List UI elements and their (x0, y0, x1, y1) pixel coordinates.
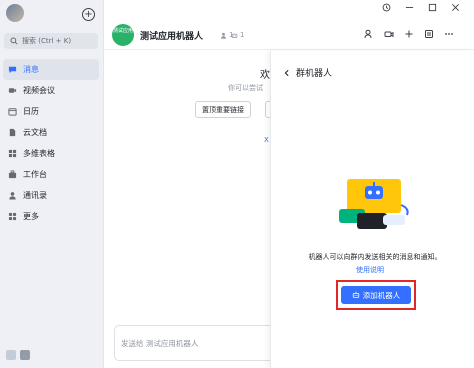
sidebar-item-label: 通讯录 (23, 191, 47, 200)
sidebar-item-video-meeting[interactable]: 视频会议 (3, 80, 99, 101)
add-bot-label: 添加机器人 (362, 290, 401, 300)
window-controls (382, 3, 460, 12)
history-icon[interactable] (382, 3, 391, 12)
panel-header: 群机器人 (283, 66, 332, 79)
group-name[interactable]: 测试应用机器人 (140, 29, 203, 42)
member-icon (221, 32, 226, 39)
minimize-icon[interactable] (405, 3, 414, 12)
sidebar-item-label: 工作台 (23, 170, 47, 179)
sidebar-item-calendar[interactable]: 日历 (3, 101, 99, 122)
sidebar-item-messages[interactable]: 消息 (3, 59, 99, 80)
more-icon (8, 212, 17, 221)
back-chevron-icon[interactable] (283, 69, 291, 77)
bottom-status-icons (6, 350, 30, 360)
search-icon (10, 37, 18, 45)
status-icon[interactable] (20, 350, 30, 360)
video-call-icon[interactable] (384, 29, 394, 39)
highlight-frame: 添加机器人 (336, 280, 416, 310)
sidebar-item-label: 云文档 (23, 128, 47, 137)
help-link[interactable]: 使用说明 (356, 265, 384, 275)
more-options-icon[interactable] (444, 29, 454, 39)
sidebar-item-base[interactable]: 多维表格 (3, 143, 99, 164)
maximize-icon[interactable] (428, 3, 437, 12)
header-actions (364, 29, 454, 39)
panel-description: 机器人可以向群内发送相关的消息和通知。 (308, 253, 442, 261)
chat-settings-icon[interactable] (424, 29, 434, 39)
sidebar-item-label: 消息 (23, 65, 39, 74)
robot-illustration-icon (339, 179, 409, 229)
sidebar-item-contacts[interactable]: 通讯录 (3, 185, 99, 206)
sidebar-item-label: 日历 (23, 107, 39, 116)
sidebar-nav: 消息 视频会议 日历 云文档 多维表格 工作台 通讯录 更多 (3, 59, 99, 227)
cloud-doc-icon (9, 128, 16, 137)
search-placeholder: 搜索 (Ctrl + K) (22, 37, 72, 45)
bot-count-value: 1 (240, 31, 245, 39)
group-avatar[interactable]: 测试应用 (112, 24, 134, 46)
close-icon[interactable] (451, 3, 460, 12)
sidebar: + 搜索 (Ctrl + K) 消息 视频会议 日历 云文档 多维表格 工作台 (0, 0, 104, 368)
video-meeting-icon (8, 88, 17, 93)
add-tab-icon[interactable] (404, 29, 414, 39)
sidebar-item-workplace[interactable]: 工作台 (3, 164, 99, 185)
sidebar-item-cloud-docs[interactable]: 云文档 (3, 122, 99, 143)
workplace-icon (8, 170, 17, 179)
message-icon (8, 66, 17, 74)
pin-links-button[interactable]: 置顶重要链接 (195, 101, 251, 118)
add-member-icon[interactable] (364, 29, 374, 39)
base-table-icon (8, 149, 17, 158)
sidebar-item-label: 视频会议 (23, 86, 55, 95)
search-input[interactable]: 搜索 (Ctrl + K) (4, 33, 98, 49)
create-plus-button[interactable]: + (82, 8, 95, 21)
chat-area: 欢 你可以尝试 置顶重要链接 X 发送给 测试应用机器人 (104, 51, 314, 368)
welcome-title: 欢 (260, 70, 270, 81)
welcome-subtitle: 你可以尝试 (228, 84, 263, 92)
calendar-icon (8, 108, 17, 116)
sidebar-item-label: 更多 (23, 212, 39, 221)
panel-title: 群机器人 (296, 69, 333, 79)
add-bot-button[interactable]: 添加机器人 (341, 286, 411, 304)
bot-icon (352, 291, 359, 298)
sidebar-item-more[interactable]: 更多 (3, 206, 99, 227)
partial-link[interactable]: X (264, 136, 269, 144)
group-bot-panel: 群机器人 机器人可以向群内发送相关的消息和通知。 使用说明 添加机器人 (270, 51, 474, 368)
status-icon[interactable] (6, 350, 16, 360)
bot-icon (231, 33, 238, 38)
sidebar-item-label: 多维表格 (23, 149, 55, 158)
bot-count[interactable]: 1 (231, 31, 244, 39)
chat-header: 测试应用 测试应用机器人 1 1 (104, 0, 474, 50)
contacts-icon (9, 192, 16, 200)
user-avatar[interactable] (6, 4, 24, 22)
